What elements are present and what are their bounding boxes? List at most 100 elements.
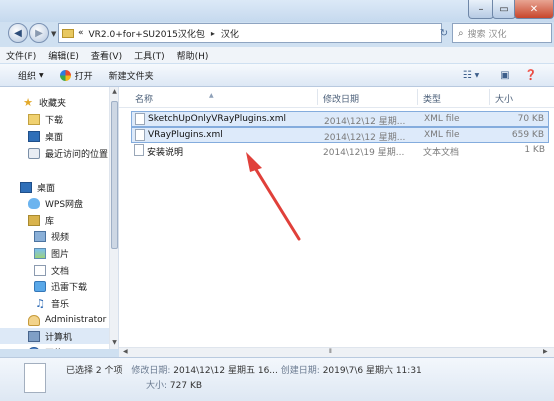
scrollbar-thumb[interactable] — [111, 101, 118, 249]
search-placeholder: 搜索 汉化 — [467, 29, 507, 40]
breadcrumb-item[interactable]: VR2.0+for+SU2015汉化包 — [89, 27, 205, 40]
file-name: VRayPlugins.xml — [148, 130, 223, 140]
sidebar-item-pictures[interactable]: 图片 — [34, 245, 69, 261]
text-file-icon — [134, 144, 144, 156]
xml-file-icon — [135, 113, 145, 125]
search-input[interactable]: ⌕ 搜索 汉化 — [452, 23, 552, 43]
close-button[interactable]: ✕ — [514, 0, 554, 19]
computer-icon — [28, 330, 40, 342]
menu-edit[interactable]: 编辑(E) — [42, 49, 85, 62]
cloud-icon — [28, 197, 40, 209]
help-icon: ❓ — [524, 69, 538, 81]
file-date: 2014\12\19 星期... — [323, 148, 405, 158]
column-header-size[interactable]: 大小 — [495, 92, 513, 105]
file-row[interactable]: VRayPlugins.xml 2014\12\12 星期... XML fil… — [131, 127, 549, 143]
sidebar-item-label: 网络 — [45, 346, 63, 350]
video-icon — [34, 230, 46, 242]
sidebar-item-desktop[interactable]: 桌面 — [28, 128, 63, 144]
size-label: 大小: — [146, 381, 168, 391]
created-label: 创建日期: — [280, 366, 320, 376]
minimize-button[interactable]: – — [468, 0, 494, 19]
details-line-2: 大小: 727 KB — [146, 378, 202, 391]
sidebar-item-xunlei-downloads[interactable]: 迅雷下载 — [34, 278, 87, 294]
network-icon — [28, 346, 40, 349]
new-folder-button[interactable]: 新建文件夹 — [101, 64, 162, 86]
new-folder-label: 新建文件夹 — [108, 71, 154, 82]
sidebar-item-administrator[interactable]: Administrator — [28, 312, 106, 328]
explorer-window: – ▭ ✕ ◀ ▶ ▼ « VR2.0+for+SU2015汉化包 ▸ 汉化 ↻… — [0, 0, 554, 401]
maximize-button[interactable]: ▭ — [492, 0, 516, 19]
xml-file-icon — [135, 129, 145, 141]
back-button[interactable]: ◀ — [8, 23, 28, 43]
sidebar-item-downloads[interactable]: 下载 — [28, 111, 63, 127]
column-divider[interactable] — [417, 89, 418, 105]
file-name: SketchUpOnlyVRayPlugins.xml — [148, 114, 286, 124]
sidebar-item-desktop-root[interactable]: 桌面 — [20, 179, 55, 195]
sidebar-item-computer[interactable]: 计算机 — [0, 328, 109, 344]
breadcrumb-separator[interactable]: ▸ — [211, 29, 215, 38]
file-thumbnail-icon — [24, 363, 46, 393]
menu-view[interactable]: 查看(V) — [85, 49, 128, 62]
library-icon — [28, 214, 40, 226]
sidebar-scrollbar[interactable]: ▲ ▼ — [109, 87, 118, 349]
folder-icon — [28, 113, 40, 125]
column-header-type[interactable]: 类型 — [423, 92, 441, 105]
command-bar: 组织 ▼ 打开 新建文件夹 ☷ ▼ ▣ ❓ — [0, 64, 554, 87]
sidebar-item-videos[interactable]: 视频 — [34, 228, 69, 244]
modified-value: 2014\12\12 星期五 16... — [173, 366, 278, 376]
scroll-right-icon[interactable]: ▶ — [543, 348, 548, 355]
folder-icon — [62, 28, 74, 38]
sidebar-item-label: WPS网盘 — [45, 199, 84, 210]
forward-button[interactable]: ▶ — [29, 23, 49, 43]
chevron-down-icon: ▼ — [474, 71, 480, 79]
user-icon — [28, 314, 40, 326]
menu-file[interactable]: 文件(F) — [0, 49, 42, 62]
view-options-button[interactable]: ☷ ▼ — [458, 67, 484, 83]
sidebar-item-documents[interactable]: 文档 — [34, 262, 69, 278]
column-divider[interactable] — [317, 89, 318, 105]
sidebar-item-network[interactable]: 网络 — [28, 344, 63, 349]
column-header-date[interactable]: 修改日期 — [323, 92, 359, 105]
sidebar-item-label: 迅雷下载 — [51, 282, 88, 293]
refresh-icon[interactable]: ↻ — [437, 24, 451, 42]
sort-arrow-icon: ▲ — [209, 92, 214, 99]
sidebar-item-favorites[interactable]: ★ 收藏夹 — [22, 94, 66, 110]
document-icon — [34, 264, 46, 276]
file-name: 安装说明 — [147, 148, 184, 158]
recent-pages-dropdown[interactable]: ▼ — [51, 30, 56, 38]
sidebar-item-libraries[interactable]: 库 — [28, 212, 54, 228]
sidebar-item-recent-places[interactable]: 最近访问的位置 — [28, 145, 108, 161]
preview-pane-button[interactable]: ▣ — [497, 67, 513, 83]
scroll-down-icon[interactable]: ▼ — [110, 339, 118, 346]
sidebar-item-music[interactable]: ♫ 音乐 — [34, 295, 69, 311]
selected-count: 已选择 2 个项 — [66, 366, 123, 376]
help-button[interactable]: ❓ — [523, 67, 539, 83]
breadcrumb-item[interactable]: 汉化 — [221, 27, 239, 40]
file-row[interactable]: 安装说明 2014\12\19 星期... 文本文档 1 KB — [131, 143, 549, 159]
file-row[interactable]: SketchUpOnlyVRayPlugins.xml 2014\12\12 星… — [131, 111, 549, 127]
details-line-1: 已选择 2 个项 修改日期: 2014\12\12 星期五 16... 创建日期… — [66, 363, 422, 376]
sidebar-item-label: Administrator — [45, 315, 107, 325]
sidebar-item-wps-cloud[interactable]: WPS网盘 — [28, 195, 83, 211]
address-bar[interactable]: « VR2.0+for+SU2015汉化包 ▸ 汉化 — [58, 23, 442, 43]
scroll-up-icon[interactable]: ▲ — [110, 88, 118, 95]
organize-button[interactable]: 组织 ▼ — [10, 64, 52, 86]
menu-tools[interactable]: 工具(T) — [128, 49, 171, 62]
scroll-left-icon[interactable]: ◀ — [123, 348, 128, 355]
file-date: 2014\12\12 星期... — [324, 117, 406, 127]
music-icon: ♫ — [35, 296, 45, 310]
open-button[interactable]: 打开 — [52, 64, 101, 86]
sidebar-item-label: 收藏夹 — [39, 98, 67, 109]
scrollbar-grip-icon[interactable]: ⦀ — [329, 348, 332, 356]
organize-label: 组织 — [18, 71, 37, 82]
sidebar-item-label: 下载 — [45, 115, 64, 126]
column-divider[interactable] — [489, 89, 490, 105]
sidebar-item-label: 最近访问的位置 — [45, 149, 109, 160]
horizontal-scrollbar[interactable]: ◀ ⦀ ▶ — [119, 347, 554, 357]
menu-help[interactable]: 帮助(H) — [171, 49, 215, 62]
sidebar-item-label: 计算机 — [45, 332, 73, 343]
column-header-name[interactable]: 名称 — [135, 92, 153, 105]
breadcrumb-overflow[interactable]: « — [78, 28, 84, 38]
search-icon: ⌕ — [458, 27, 464, 39]
file-date: 2014\12\12 星期... — [324, 133, 406, 143]
